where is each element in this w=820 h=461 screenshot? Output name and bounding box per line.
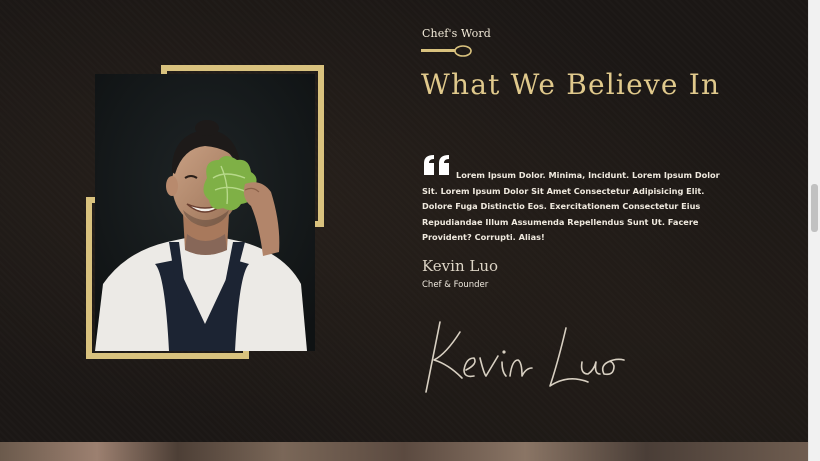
chef-photo [95,74,315,351]
spoon-icon [421,42,473,61]
section-heading: What We Believe In [421,68,721,101]
next-section-image-strip [0,442,808,461]
quote-text: Lorem Ipsum Dolor. Minima, Incidunt. Lor… [422,170,720,242]
author-name: Kevin Luo [422,257,499,275]
section-kicker: Chef's Word [422,27,491,40]
scrollbar-thumb[interactable] [811,184,818,232]
page-scrollbar[interactable] [808,0,820,461]
author-signature [418,312,638,406]
about-section: Chef's Word What We Believe In Lorem Ips… [0,0,808,461]
author-role: Chef & Founder [422,280,489,290]
